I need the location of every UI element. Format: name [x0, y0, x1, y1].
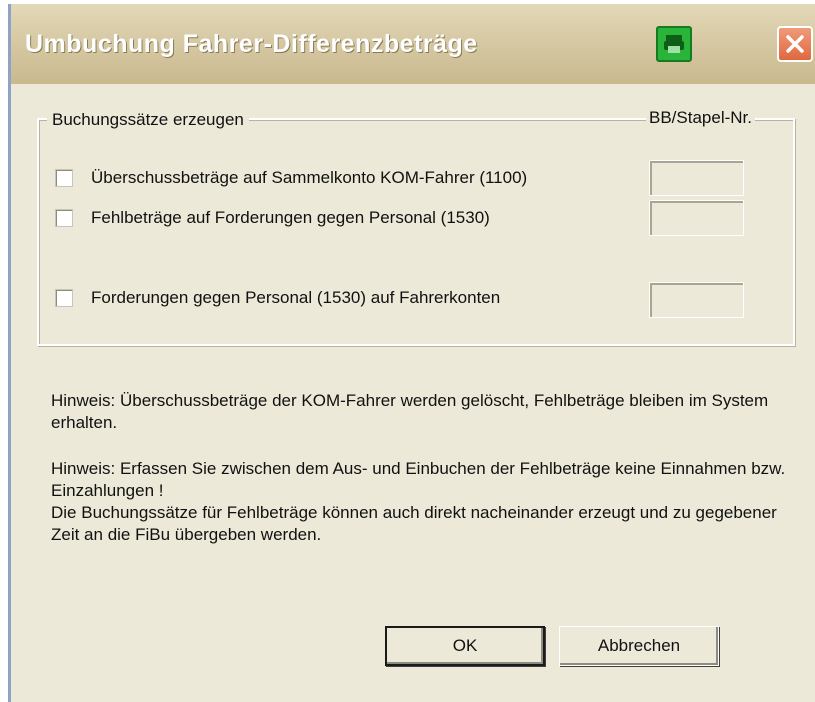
option-row-surplus[interactable]: Überschussbeträge auf Sammelkonto KOM-Fa… — [55, 166, 527, 190]
option-row-receivables[interactable]: Forderungen gegen Personal (1530) auf Fa… — [55, 286, 500, 310]
title-bar[interactable]: Umbuchung Fahrer-Differenzbeträge — [11, 4, 815, 84]
cancel-button[interactable]: Abbrechen — [559, 626, 719, 666]
shortfall-option-label[interactable]: Fehlbeträge auf Forderungen gegen Person… — [91, 208, 490, 228]
hint-no-payments: Hinweis: Erfassen Sie zwischen dem Aus- … — [51, 459, 786, 500]
surplus-checkbox[interactable] — [55, 169, 73, 187]
group-label: Buchungssätze erzeugen — [47, 110, 249, 130]
surplus-batch-number-input[interactable] — [649, 160, 744, 196]
ok-button[interactable]: OK — [385, 626, 545, 666]
surplus-option-label[interactable]: Überschussbeträge auf Sammelkonto KOM-Fa… — [91, 168, 527, 188]
window-title: Umbuchung Fahrer-Differenzbeträge — [25, 30, 478, 58]
shortfall-checkbox[interactable] — [55, 209, 73, 227]
close-icon[interactable] — [777, 26, 813, 62]
shortfall-batch-number-input[interactable] — [649, 200, 744, 236]
option-row-shortfall[interactable]: Fehlbeträge auf Forderungen gegen Person… — [55, 206, 490, 230]
receivables-option-label[interactable]: Forderungen gegen Personal (1530) auf Fa… — [91, 288, 500, 308]
receivables-checkbox[interactable] — [55, 289, 73, 307]
hint-sequential-booking: Die Buchungssätze für Fehlbeträge können… — [51, 503, 777, 544]
dialog-window: Umbuchung Fahrer-Differenzbeträge Buchun… — [8, 4, 815, 702]
receivables-batch-number-input[interactable] — [649, 282, 744, 318]
batch-number-header: BB/Stapel-Nr. — [646, 108, 755, 128]
printer-icon[interactable] — [656, 26, 692, 62]
hint-deleted-surplus: Hinweis: Überschussbeträge der KOM-Fahre… — [51, 391, 769, 432]
